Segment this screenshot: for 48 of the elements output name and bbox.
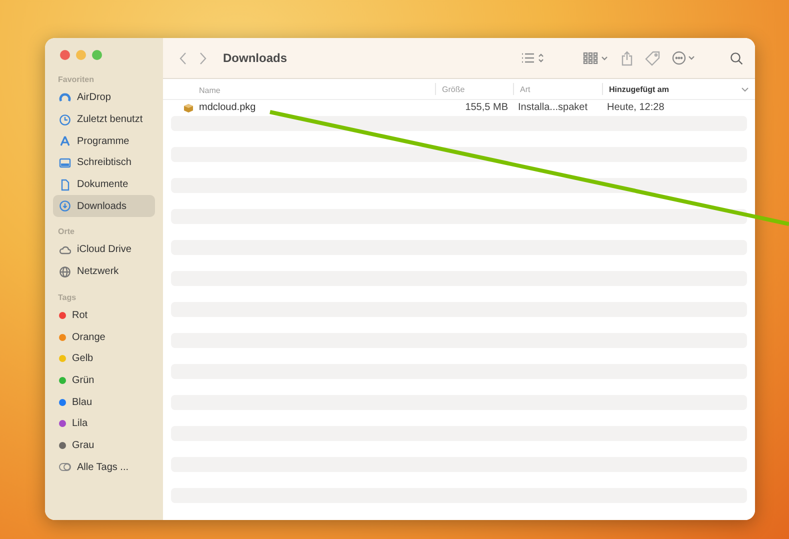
sidebar-item[interactable]: Dokumente bbox=[53, 174, 155, 196]
window-title: Downloads bbox=[223, 51, 288, 65]
clock-icon bbox=[59, 114, 71, 126]
globe-icon bbox=[59, 266, 71, 278]
column-header[interactable]: Hinzugefügt am bbox=[603, 84, 669, 94]
sidebar-heading: Tags bbox=[57, 292, 76, 302]
sidebar-item[interactable]: Blau bbox=[53, 391, 155, 413]
file-size: 155,5 MB bbox=[464, 102, 509, 114]
search-icon[interactable] bbox=[730, 52, 743, 64]
download-icon bbox=[59, 200, 71, 212]
sidebar-item[interactable]: Netzwerk bbox=[53, 260, 155, 282]
chevron-icon bbox=[741, 86, 749, 92]
date-added: Heute, 12:28 bbox=[606, 102, 666, 114]
file-kind: Installa...spaket bbox=[517, 102, 588, 114]
sidebar-item[interactable]: AirDrop bbox=[53, 87, 155, 109]
file-row[interactable]: mdcloud.pkg 155,5 MB Installa...spaket Heute, 12:28 bbox=[171, 100, 747, 116]
forward-icon[interactable] bbox=[199, 52, 207, 64]
list-view-icon[interactable] bbox=[521, 52, 545, 64]
share-icon[interactable] bbox=[621, 50, 633, 66]
sidebar-item[interactable]: Lila bbox=[53, 412, 155, 435]
airdrop-icon bbox=[59, 92, 71, 104]
sidebar-item[interactable]: Downloads bbox=[53, 195, 155, 218]
sidebar-item[interactable]: Schreibtisch bbox=[53, 152, 155, 174]
desktop-icon bbox=[59, 156, 71, 169]
tag-icon[interactable] bbox=[645, 50, 660, 66]
tags-icon bbox=[59, 463, 71, 472]
more-icon[interactable] bbox=[672, 51, 696, 65]
sidebar-item[interactable]: Grün bbox=[53, 370, 155, 392]
sidebar-item[interactable]: Gelb bbox=[53, 348, 155, 370]
sidebar-item[interactable]: Zuletzt benutzt bbox=[53, 108, 155, 130]
sidebar-item[interactable]: Orange bbox=[53, 326, 155, 348]
zoom-button[interactable] bbox=[92, 50, 102, 60]
sidebar-item[interactable]: iCloud Drive bbox=[53, 239, 155, 261]
sidebar-item[interactable]: Grau bbox=[53, 434, 155, 456]
sidebar-item[interactable]: Programme bbox=[53, 130, 155, 152]
sidebar-heading: Favoriten bbox=[57, 75, 94, 84]
sidebar-heading: Orte bbox=[57, 227, 74, 236]
minimize-button[interactable] bbox=[76, 50, 86, 60]
file-name: mdcloud.pkg bbox=[199, 102, 256, 114]
close-button[interactable] bbox=[60, 50, 70, 60]
apps-icon bbox=[59, 135, 71, 148]
package-icon bbox=[183, 102, 194, 113]
cloud-icon bbox=[59, 244, 71, 256]
sidebar-item[interactable]: Alle Tags ... bbox=[53, 456, 155, 478]
sidebar-item[interactable]: Rot bbox=[53, 304, 155, 326]
document-icon bbox=[59, 178, 71, 191]
back-icon[interactable] bbox=[179, 52, 187, 64]
grid-view-icon[interactable] bbox=[583, 52, 609, 64]
